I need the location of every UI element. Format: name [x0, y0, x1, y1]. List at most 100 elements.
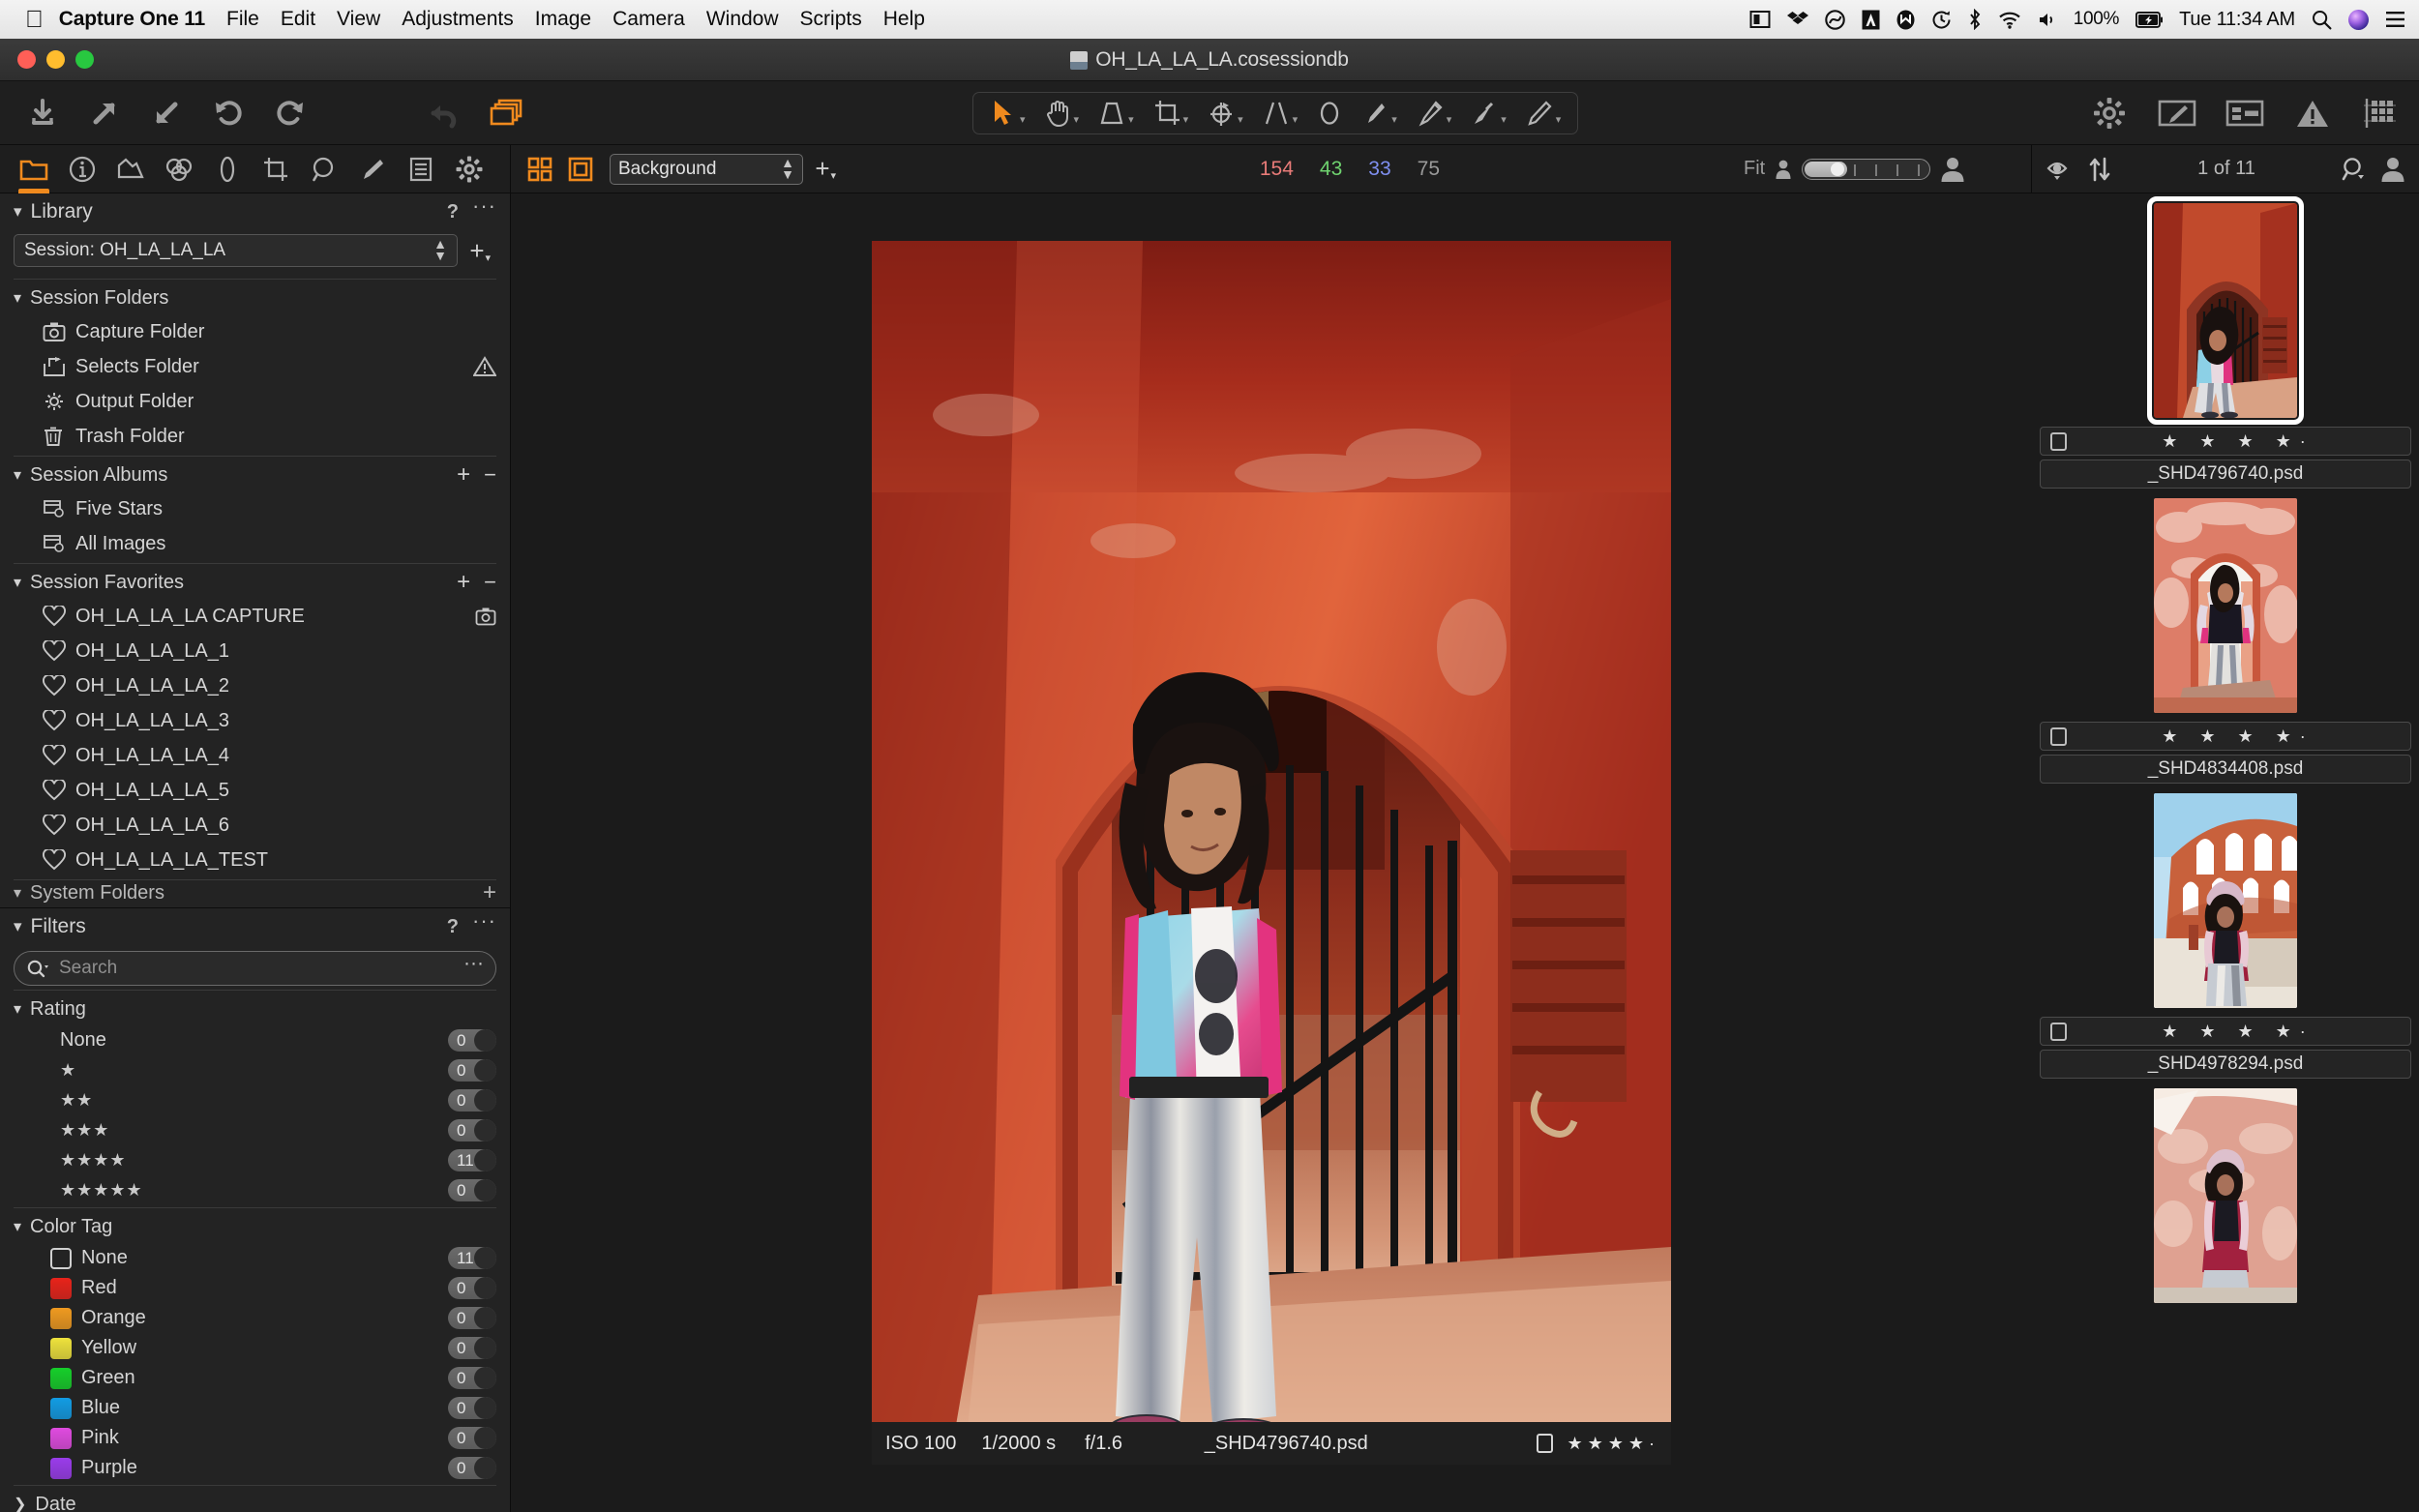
heal-tool[interactable]: ▾: [1516, 94, 1571, 133]
add-album-button[interactable]: +: [457, 461, 470, 489]
chevron-down-icon[interactable]: ▾: [485, 252, 491, 264]
color-tag-checkbox[interactable]: [2050, 1022, 2067, 1041]
add-system-folder-button[interactable]: +: [483, 882, 496, 904]
rating-filter-row[interactable]: None 0: [0, 1025, 510, 1055]
straighten-tool[interactable]: ▾: [1253, 94, 1308, 133]
warning-icon[interactable]: [473, 356, 496, 377]
rating-count-pill[interactable]: 0: [448, 1089, 496, 1112]
crop-tool[interactable]: ▾: [1144, 94, 1199, 133]
color-tag-count-pill[interactable]: 0: [448, 1337, 496, 1359]
library-menu-icon[interactable]: ···: [472, 193, 496, 219]
chevron-down-icon[interactable]: ▾: [14, 1217, 21, 1236]
remove-album-button[interactable]: −: [484, 462, 496, 488]
rating-filter-row[interactable]: ★★★ 0: [0, 1115, 510, 1145]
metadata-tab[interactable]: [397, 145, 445, 193]
proof-eye-icon[interactable]: [2046, 156, 2078, 183]
spotlight-search-icon[interactable]: [2312, 10, 2332, 30]
volume-icon[interactable]: [2038, 11, 2057, 29]
chevron-down-icon[interactable]: ▾: [14, 288, 21, 308]
help-icon[interactable]: ?: [447, 201, 459, 223]
stepper-icon[interactable]: ▲ ▼: [781, 156, 794, 181]
chevron-down-icon[interactable]: ▾: [1074, 113, 1080, 126]
rotate-right-icon[interactable]: [259, 84, 321, 142]
menu-view[interactable]: View: [337, 8, 380, 31]
rating-count-pill[interactable]: 0: [448, 1119, 496, 1141]
library-section-header[interactable]: ▾ Library ? ···: [0, 193, 510, 230]
sidebar-item-capture-folder[interactable]: Capture Folder: [0, 314, 510, 349]
siri-icon[interactable]: [2348, 9, 2369, 30]
chevron-down-icon[interactable]: ▾: [1293, 113, 1299, 126]
menu-window[interactable]: Window: [706, 8, 779, 31]
wifi-icon[interactable]: [1998, 11, 2021, 29]
sidebar-item-output-folder[interactable]: Output Folder: [0, 384, 510, 419]
rating-count-pill[interactable]: 11: [448, 1149, 496, 1171]
thumbnail-image[interactable]: [2154, 1088, 2297, 1303]
filmstrip-search-icon[interactable]: [2340, 156, 2367, 183]
bluetooth-icon[interactable]: [1968, 9, 1982, 30]
sidebar-item-favorite[interactable]: OH_LA_LA_LA_5: [0, 773, 510, 808]
thumbnail-rating-stars[interactable]: ★ ★ ★ ★·: [2067, 431, 2401, 452]
color-tag-filter-row[interactable]: Orange 0: [0, 1303, 510, 1333]
rotate-tool[interactable]: ▾: [1198, 94, 1253, 133]
rating-filter-header[interactable]: ▾ Rating: [0, 993, 510, 1025]
sidebar-item-favorite[interactable]: OH_LA_LA_LA_3: [0, 703, 510, 738]
sidebar-item-five-stars[interactable]: Five Stars: [0, 491, 510, 526]
add-session-button[interactable]: + ▾: [458, 236, 496, 266]
details-tab[interactable]: [300, 145, 348, 193]
thumbnail-filename[interactable]: _SHD4796740.psd: [2040, 460, 2411, 489]
search-icon[interactable]: [26, 959, 49, 978]
thumbnail-meta-row[interactable]: ★ ★ ★ ★·: [2040, 1017, 2411, 1046]
menu-edit[interactable]: Edit: [281, 8, 315, 31]
select-tool[interactable]: ▾: [980, 94, 1035, 133]
thumbnail-image[interactable]: [2154, 793, 2297, 1008]
rating-filter-row[interactable]: ★ 0: [0, 1055, 510, 1085]
sidebar-item-selects-folder[interactable]: Selects Folder: [0, 349, 510, 384]
filters-menu-icon[interactable]: ···: [472, 908, 496, 934]
sidebar-item-favorite[interactable]: OH_LA_LA_LA_TEST: [0, 843, 510, 877]
composition-tab[interactable]: [252, 145, 300, 193]
thumbnail-filename[interactable]: _SHD4978294.psd: [2040, 1050, 2411, 1079]
battery-icon[interactable]: [2135, 11, 2164, 28]
sidebar-item-favorite[interactable]: OH_LA_LA_LA_6: [0, 808, 510, 843]
chevron-down-icon[interactable]: ▾: [1501, 113, 1507, 126]
fit-label[interactable]: Fit: [1744, 158, 1765, 180]
capture-tab[interactable]: [58, 145, 106, 193]
search-options-icon[interactable]: ···: [463, 952, 484, 975]
rotate-left-icon[interactable]: [197, 84, 259, 142]
menu-help[interactable]: Help: [883, 8, 925, 31]
chevron-down-icon[interactable]: ▾: [14, 465, 21, 485]
color-tag-filter-row[interactable]: Green 0: [0, 1363, 510, 1393]
zoom-slider[interactable]: [1802, 158, 1931, 180]
color-tag-filter-header[interactable]: ▾ Color Tag: [0, 1210, 510, 1243]
color-tag-filter-row[interactable]: Yellow 0: [0, 1333, 510, 1363]
apple-icon[interactable]: : [25, 7, 44, 32]
menu-app-name[interactable]: Capture One 11: [59, 8, 205, 31]
edit-with-icon[interactable]: [2156, 84, 2198, 142]
color-tag-count-pill[interactable]: 0: [448, 1397, 496, 1419]
chevron-down-icon[interactable]: ▾: [14, 202, 22, 222]
app-icon[interactable]: [1896, 10, 1915, 30]
filmstrip-item[interactable]: ★ ★ ★ ★· _SHD4796740.psd: [2032, 193, 2419, 489]
chevron-down-icon[interactable]: ▾: [14, 999, 21, 1019]
chevron-right-icon[interactable]: ▾: [14, 883, 21, 903]
sidebar-item-favorite[interactable]: OH_LA_LA_LA_1: [0, 634, 510, 668]
system-folders-header[interactable]: ▾ System Folders +: [0, 882, 510, 904]
chevron-down-icon[interactable]: ▾: [1556, 113, 1562, 126]
dropbox-icon[interactable]: [1786, 10, 1808, 29]
session-albums-header[interactable]: ▾ Session Albums + −: [0, 459, 510, 491]
spot-removal-tool[interactable]: [1307, 94, 1352, 133]
adobe-icon[interactable]: [1862, 10, 1880, 30]
menu-camera[interactable]: Camera: [612, 8, 685, 31]
menu-scripts[interactable]: Scripts: [800, 8, 862, 31]
thumbnail-image[interactable]: [2154, 498, 2297, 713]
filmstrip-item[interactable]: [2032, 1079, 2419, 1303]
add-layer-button[interactable]: + ▾: [803, 154, 842, 184]
gear-icon[interactable]: [2088, 84, 2131, 142]
thumbnail-meta-row[interactable]: ★ ★ ★ ★·: [2040, 427, 2411, 456]
chevron-right-icon[interactable]: ❯: [14, 1495, 26, 1512]
color-tag-filter-row[interactable]: None 11: [0, 1243, 510, 1273]
color-tag-count-pill[interactable]: 0: [448, 1307, 496, 1329]
menu-clock[interactable]: Tue 11:34 AM: [2179, 9, 2295, 31]
add-favorite-button[interactable]: +: [457, 569, 470, 596]
remove-favorite-button[interactable]: −: [484, 570, 496, 595]
